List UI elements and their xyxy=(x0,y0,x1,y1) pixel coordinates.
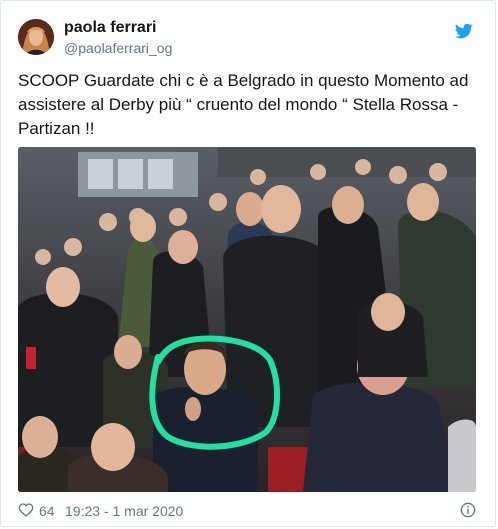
tweet-timestamp[interactable]: 19:23 - 1 mar 2020 xyxy=(65,503,183,519)
info-icon[interactable] xyxy=(460,502,476,518)
twitter-bird-icon[interactable] xyxy=(454,22,473,40)
author-name[interactable]: paola ferrari xyxy=(64,19,156,37)
author-avatar[interactable] xyxy=(18,19,54,55)
author-handle[interactable]: @paolaferrari_og xyxy=(64,40,172,56)
tweet-photo[interactable] xyxy=(18,147,476,492)
tweet-text: SCOOP Guardate chi c è a Belgrado in que… xyxy=(18,71,469,138)
tweet-footer: 64 19:23 - 1 mar 2020 xyxy=(18,501,478,521)
tweet-card: paola ferrari @paolaferrari_og SCOOP Gua… xyxy=(0,0,496,527)
like-count[interactable]: 64 xyxy=(39,503,55,519)
heart-icon[interactable] xyxy=(18,502,34,518)
